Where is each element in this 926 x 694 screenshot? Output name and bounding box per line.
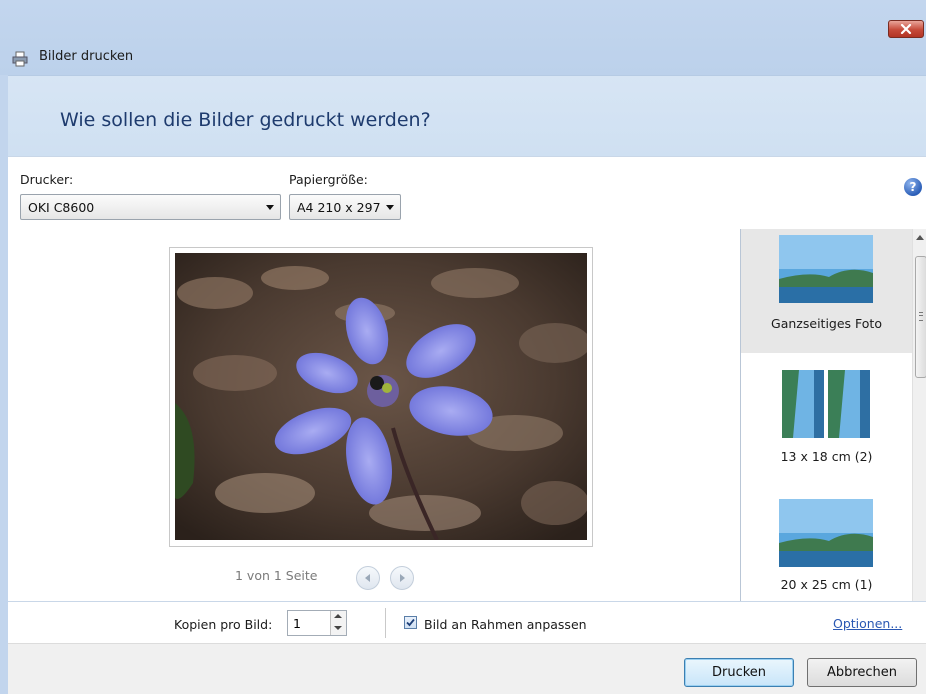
paper-size-label: Papiergröße: bbox=[289, 172, 368, 187]
title-bar: Bilder drucken bbox=[0, 0, 926, 75]
printer-settings-row: Drucker: OKI C8600 Papiergröße: A4 210 x… bbox=[8, 156, 926, 230]
paper-size-select[interactable]: A4 210 x 297 bbox=[289, 194, 401, 220]
layout-label: 20 x 25 cm (1) bbox=[780, 577, 873, 592]
printer-icon bbox=[12, 51, 28, 67]
page-status: 1 von 1 Seite bbox=[235, 568, 318, 583]
cancel-button[interactable]: Abbrechen bbox=[807, 658, 917, 687]
help-icon[interactable]: ? bbox=[904, 178, 922, 196]
layout-item-20x25[interactable]: 20 x 25 cm (1) bbox=[741, 477, 912, 601]
preview-page bbox=[169, 247, 593, 547]
stepper-buttons[interactable] bbox=[330, 611, 346, 635]
scrollbar-thumb[interactable] bbox=[915, 256, 926, 378]
next-page-button[interactable] bbox=[390, 566, 414, 590]
window-border bbox=[0, 75, 8, 694]
checkmark-icon bbox=[406, 618, 415, 627]
dialog-footer: Drucken Abbrechen bbox=[8, 643, 926, 694]
preview-photo bbox=[175, 253, 587, 540]
window-title: Bilder drucken bbox=[39, 49, 134, 64]
options-row: Kopien pro Bild: 1 Bild an Rahmen anpass… bbox=[8, 601, 926, 644]
print-preview: 1 von 1 Seite bbox=[8, 229, 740, 601]
print-button[interactable]: Drucken bbox=[684, 658, 794, 687]
print-pictures-dialog: Bilder drucken Wie sollen die Bilder ged… bbox=[0, 0, 926, 694]
full-page-layout-thumbnail bbox=[779, 235, 873, 303]
options-link[interactable]: Optionen... bbox=[833, 616, 902, 631]
divider bbox=[385, 608, 386, 638]
fit-to-frame-checkbox[interactable] bbox=[404, 616, 417, 629]
printer-select-value: OKI C8600 bbox=[28, 200, 95, 215]
scroll-up-icon[interactable] bbox=[916, 235, 924, 240]
paper-size-select-value: A4 210 x 297 bbox=[297, 200, 381, 215]
layout-label: 13 x 18 cm (2) bbox=[780, 449, 873, 464]
copies-stepper[interactable]: 1 bbox=[287, 610, 347, 636]
page-heading: Wie sollen die Bilder gedruckt werden? bbox=[60, 109, 431, 131]
close-button[interactable] bbox=[888, 20, 924, 38]
layout-item-full-page[interactable]: Ganzseitiges Foto bbox=[741, 229, 912, 353]
copies-value[interactable]: 1 bbox=[293, 616, 301, 631]
stepper-up-icon[interactable] bbox=[334, 614, 342, 618]
layout-label: Ganzseitiges Foto bbox=[771, 316, 882, 331]
printer-label: Drucker: bbox=[20, 172, 74, 187]
prev-page-icon bbox=[365, 574, 370, 582]
next-page-icon bbox=[400, 574, 405, 582]
stepper-down-icon[interactable] bbox=[334, 626, 342, 630]
chevron-down-icon bbox=[386, 205, 394, 210]
dialog-header: Wie sollen die Bilder gedruckt werden? bbox=[8, 75, 926, 156]
20x25-layout-thumbnail bbox=[779, 499, 873, 567]
layout-item-13x18[interactable]: 13 x 18 cm (2) bbox=[741, 353, 912, 477]
layout-list-scrollbar[interactable] bbox=[912, 229, 926, 601]
prev-page-button[interactable] bbox=[356, 566, 380, 590]
copies-label: Kopien pro Bild: bbox=[174, 617, 273, 632]
grip-icon bbox=[919, 312, 923, 321]
close-icon bbox=[900, 24, 912, 34]
fit-to-frame-label[interactable]: Bild an Rahmen anpassen bbox=[424, 617, 587, 632]
printer-select[interactable]: OKI C8600 bbox=[20, 194, 281, 220]
layout-list: Ganzseitiges Foto 13 x 18 cm (2) 20 x 25… bbox=[740, 229, 926, 601]
chevron-down-icon bbox=[266, 205, 274, 210]
13x18-layout-thumbnail bbox=[782, 370, 870, 438]
